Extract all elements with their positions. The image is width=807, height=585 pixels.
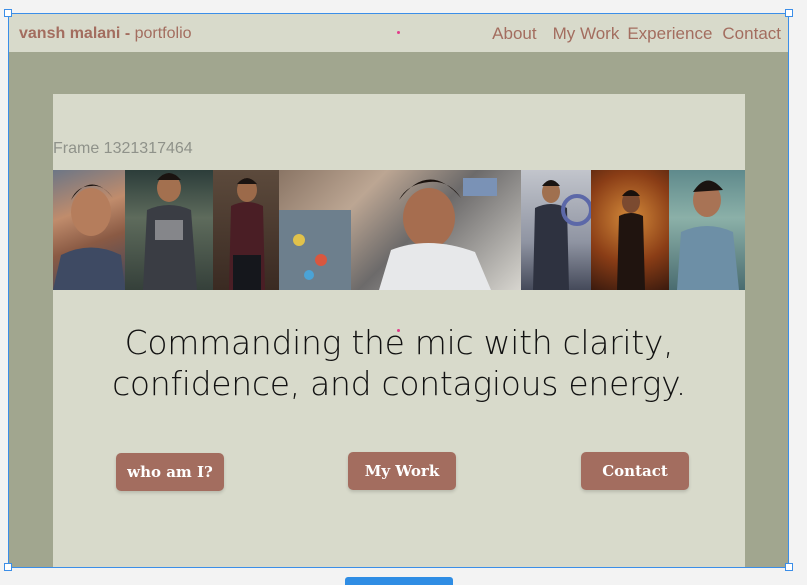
contact-button[interactable]: Contact — [581, 452, 689, 490]
headline-line-1: Commanding the mic with clarity, — [124, 323, 674, 362]
brand-name: vansh malani - — [19, 25, 131, 42]
photo-strip — [53, 170, 745, 290]
photo-3 — [213, 170, 279, 290]
photo-1 — [53, 170, 125, 290]
brand-suffix: portfolio — [134, 25, 192, 42]
resize-handle-bottom-right[interactable] — [785, 563, 793, 571]
photo-6 — [591, 170, 669, 290]
nav-about[interactable]: About — [492, 24, 536, 44]
photo-2-figure — [143, 173, 197, 290]
my-work-button[interactable]: My Work — [348, 452, 456, 490]
who-am-i-button[interactable]: who am I? — [116, 453, 224, 491]
photo-7-figure — [677, 180, 739, 290]
photo-3-figure — [229, 178, 265, 290]
photo-1-figure — [53, 184, 125, 290]
photo-4 — [279, 170, 521, 290]
nav-my-work[interactable]: My Work — [553, 24, 620, 44]
photo-7 — [669, 170, 745, 290]
photo-6-figure — [617, 190, 645, 290]
center-marker — [397, 31, 400, 34]
brand-logo[interactable]: vansh malani - portfolio — [19, 25, 192, 43]
frame-size-tab — [345, 577, 453, 585]
resize-handle-top-right[interactable] — [785, 9, 793, 17]
photo-5 — [521, 170, 591, 290]
photo-4-figure — [279, 178, 497, 290]
nav-links: About My Work Experience Contact — [492, 24, 781, 44]
nav-contact[interactable]: Contact — [722, 24, 781, 44]
resize-handle-bottom-left[interactable] — [4, 563, 12, 571]
headline-line-2: confidence, and contagious energy. — [112, 364, 686, 403]
resize-handle-top-left[interactable] — [4, 9, 12, 17]
frame-label: Frame 1321317464 — [53, 140, 193, 157]
photo-5-figure — [533, 180, 591, 290]
hero-headline: Commanding the mic with clarity, confide… — [53, 322, 745, 404]
nav-experience[interactable]: Experience — [627, 24, 712, 44]
photo-2 — [125, 170, 213, 290]
